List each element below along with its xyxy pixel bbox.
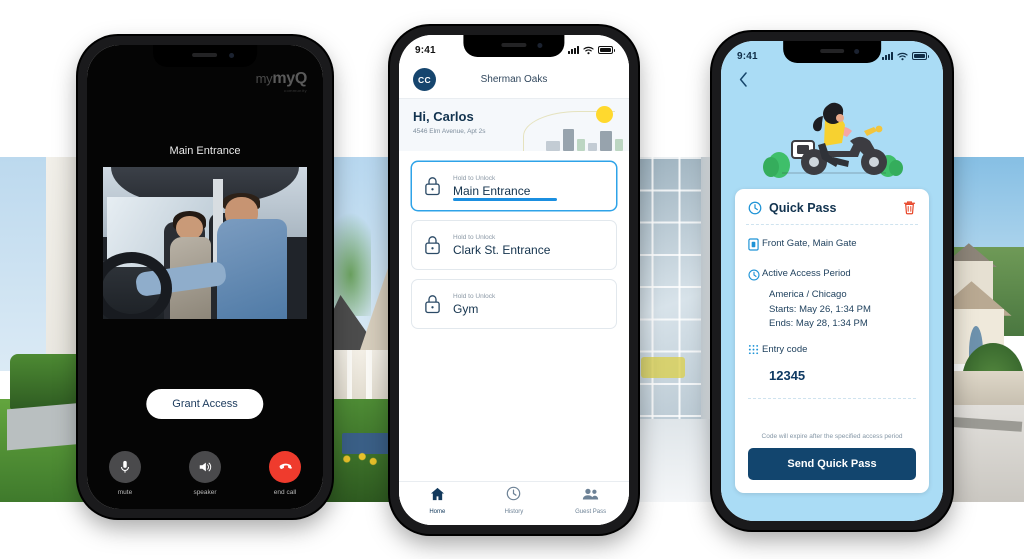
chevron-left-icon: [739, 71, 747, 87]
door-name: Clark St. Entrance: [453, 242, 551, 257]
door-name: Gym: [453, 301, 479, 316]
status-time: 9:41: [737, 50, 758, 62]
quick-pass-header: Quick Pass: [735, 189, 929, 224]
unlock-progress-bar: [453, 198, 557, 201]
status-bar: 9:41: [399, 35, 629, 61]
wifi-icon: [583, 46, 594, 54]
notch: [153, 45, 257, 67]
myq-logo-text: myQ: [272, 70, 307, 87]
call-controls: mute speaker end call: [87, 451, 323, 496]
quick-pass-footer: Code will expire after the specified acc…: [735, 433, 929, 493]
mute-button[interactable]: mute: [101, 451, 149, 496]
clock-icon: [507, 486, 521, 501]
cellular-signal-icon: [568, 46, 579, 54]
tab-guest-pass[interactable]: Guest Pass: [563, 487, 619, 515]
tab-home-label: Home: [429, 508, 446, 515]
community-title: Sherman Oaks: [480, 74, 548, 85]
trash-icon[interactable]: [903, 200, 916, 215]
microphone-icon: [109, 451, 141, 483]
phone-quick-pass: 9:41 Quick Pass Front Gate, Main Gate Ac…: [712, 32, 952, 530]
ends-text: Ends: May 28, 1:34 PM: [769, 318, 868, 330]
keypad-icon: [748, 344, 762, 362]
gates-row: Front Gate, Main Gate: [748, 237, 916, 256]
end-call-label: end call: [273, 489, 297, 496]
call-title: Main Entrance: [169, 145, 241, 157]
hold-label: Hold to Unlock: [453, 174, 496, 182]
end-call-icon: [269, 451, 301, 483]
timezone-text: America / Chicago: [769, 289, 847, 300]
greeting-banner: Hi, Carlos 4546 Elm Avenue, Apt 2s: [399, 99, 629, 151]
tab-history[interactable]: History: [486, 486, 542, 515]
gate-icon: [748, 238, 762, 256]
hold-label: Hold to Unlock: [453, 292, 496, 300]
greeting-text: Hi, Carlos: [413, 109, 474, 124]
door-name: Main Entrance: [453, 183, 531, 198]
entry-code-value: 12345: [769, 368, 806, 384]
battery-icon: [598, 46, 615, 54]
city-skyline-illustration: [546, 125, 623, 151]
screenshot-stage: mymyQ community Main Entrance Grant Acce…: [0, 0, 1024, 559]
quick-pass-details: Front Gate, Main Gate Active Access Peri…: [735, 225, 929, 433]
door-card-clark-st-entrance[interactable]: Hold to Unlock Clark St. Entrance: [411, 220, 617, 270]
phone-video-call: mymyQ community Main Entrance Grant Acce…: [78, 36, 332, 518]
call-video-feed: [103, 167, 307, 319]
speaker-icon: [189, 451, 221, 483]
starts-text: Starts: May 26, 1:34 PM: [769, 303, 871, 315]
tab-guest-pass-label: Guest Pass: [575, 508, 607, 515]
back-button[interactable]: [735, 71, 751, 87]
address-text: 4546 Elm Avenue, Apt 2s: [413, 128, 486, 135]
speaker-label: speaker: [193, 489, 217, 496]
tab-home[interactable]: Home: [409, 487, 465, 515]
myq-logo-sub: community: [284, 88, 307, 93]
card-title: Quick Pass: [769, 200, 837, 215]
lock-icon: [425, 236, 440, 255]
entry-code-row: Entry code: [748, 343, 916, 362]
gates-text: Front Gate, Main Gate: [762, 238, 857, 249]
hold-label: Hold to Unlock: [453, 233, 496, 241]
wifi-icon: [897, 52, 908, 60]
app-bar: CC Sherman Oaks: [399, 61, 629, 99]
door-card-main-entrance[interactable]: Hold to Unlock Main Entrance: [411, 161, 617, 211]
lock-icon: [425, 177, 440, 196]
people-icon: [582, 488, 599, 500]
speaker-button[interactable]: speaker: [181, 451, 229, 496]
delivery-scooter-illustration: [721, 97, 943, 183]
tab-history-label: History: [504, 509, 524, 515]
battery-icon: [912, 52, 929, 60]
access-period-row: Active Access Period: [748, 267, 916, 286]
send-quick-pass-button[interactable]: Send Quick Pass: [748, 448, 916, 480]
mute-label: mute: [117, 489, 133, 496]
expire-note: Code will expire after the specified acc…: [761, 433, 903, 440]
entry-code-label: Entry code: [762, 344, 808, 356]
status-time: 9:41: [415, 44, 436, 56]
home-icon: [430, 487, 444, 500]
quick-pass-card: Quick Pass Front Gate, Main Gate Active …: [735, 189, 929, 493]
phone-home-screen: 9:41 CC Sherman Oaks Hi, Carlos 4546 Elm…: [390, 26, 638, 534]
clock-icon: [748, 201, 762, 214]
lock-icon: [425, 295, 440, 314]
cellular-signal-icon: [882, 52, 893, 60]
door-list: Hold to Unlock Main Entrance Hold to Unl…: [411, 161, 617, 338]
myq-community-logo: mymyQ community: [255, 70, 308, 93]
sun-icon: [596, 106, 613, 123]
end-call-button[interactable]: end call: [261, 451, 309, 496]
status-bar: 9:41: [721, 41, 943, 67]
door-card-gym[interactable]: Hold to Unlock Gym: [411, 279, 617, 329]
access-period-label: Active Access Period: [762, 268, 851, 279]
grant-access-button[interactable]: Grant Access: [146, 389, 264, 419]
clock-icon: [748, 268, 762, 286]
bottom-tab-bar: Home History Guest Pass: [399, 481, 629, 525]
